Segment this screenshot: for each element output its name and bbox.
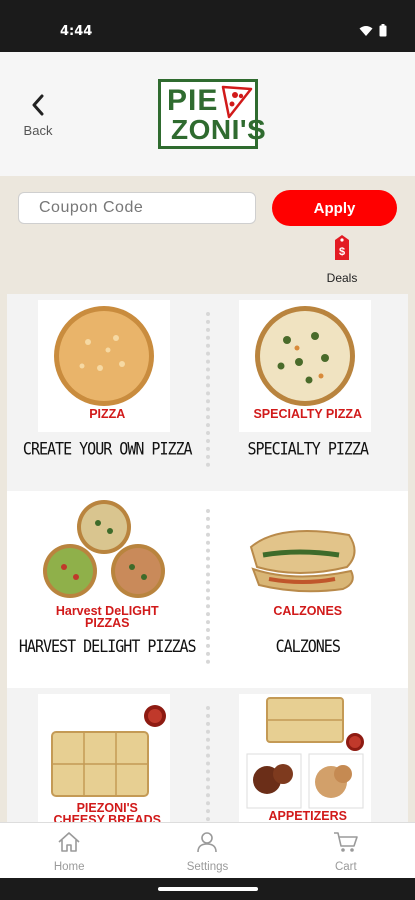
menu-item-caption: APPETIZERS [268,809,348,822]
battery-icon [379,24,387,37]
app-header: Back PIE ZONI'S [0,52,415,176]
menu-item-title: CREATE YOUR OWN PIZZA [22,438,193,460]
menu-row: PIZZA CREATE YOUR OWN PIZZA SPECIALTY PI… [7,294,408,491]
piezonis-logo: PIE ZONI'S [158,79,266,149]
nav-label: Settings [186,861,229,873]
menu-item-title: HARVEST DELIGHT PIZZAS [18,635,197,657]
menu-item-appetizers[interactable]: APPETIZERS [208,688,409,822]
menu-row: Harvest DeLIGHT PIZZAS HARVEST DELIGHT P… [7,491,408,688]
user-icon [197,832,218,853]
gesture-bar [0,878,415,900]
pizza-slice-icon [221,85,253,119]
menu-item-cheesy-breads[interactable]: PIEZONI'S CHEESY BREADS [7,688,208,822]
svg-text:$: $ [339,246,345,258]
menu-item-caption: Harvest DeLIGHT PIZZAS [7,605,208,630]
deals-label: Deals [326,271,358,285]
caption-line: PIZZAS [85,616,130,630]
menu-item-calzones[interactable]: CALZONES CALZONES [208,491,409,688]
nav-item-home[interactable]: Home [0,823,138,878]
status-bar: 4:44 [0,0,415,52]
nav-item-settings[interactable]: Settings [138,823,276,878]
menu-item-caption: SPECIALTY PIZZA [253,407,363,421]
status-time: 4:44 [60,24,93,39]
chevron-left-icon [32,94,44,116]
menu-item-title: SPECIALTY PIZZA [247,438,369,460]
nav-item-cart[interactable]: Cart [277,823,415,878]
menu-item-title: CALZONES [275,635,341,657]
wifi-icon [359,25,373,36]
nav-label: Cart [334,861,357,873]
nav-label: Home [53,861,85,873]
home-indicator[interactable] [158,887,258,891]
coupon-row: Apply [18,190,397,226]
back-label: Back [23,123,53,138]
logo-text-line1: PIE [167,84,219,117]
menu-item-pizza[interactable]: PIZZA CREATE YOUR OWN PIZZA [7,294,208,491]
deals-button[interactable]: $ Deals [322,234,362,285]
main-content: Apply $ Deals PIZZA [0,176,415,822]
menu-item-caption: PIZZA [89,407,126,421]
menu-item-caption: PIEZONI'S CHEESY BREADS [7,802,208,822]
menu-item-specialty-pizza[interactable]: SPECIALTY PIZZA SPECIALTY PIZZA [208,294,409,491]
menu-grid: PIZZA CREATE YOUR OWN PIZZA SPECIALTY PI… [7,294,408,822]
cart-icon [333,832,358,852]
apply-button[interactable]: Apply [272,190,397,226]
caption-line: CHEESY BREADS [53,813,161,822]
price-tag-icon: $ [335,235,349,260]
status-icons [359,24,387,37]
coupon-code-input[interactable] [18,192,256,224]
bottom-nav: Home Settings Cart [0,822,415,878]
home-icon [58,832,80,852]
menu-item-harvest-delight-pizzas[interactable]: Harvest DeLIGHT PIZZAS HARVEST DELIGHT P… [7,491,208,688]
back-button[interactable]: Back [18,94,58,140]
menu-row: PIEZONI'S CHEESY BREADS APPETIZERS [7,688,408,822]
menu-item-caption: CALZONES [273,604,343,618]
appetizers-image [238,694,371,822]
